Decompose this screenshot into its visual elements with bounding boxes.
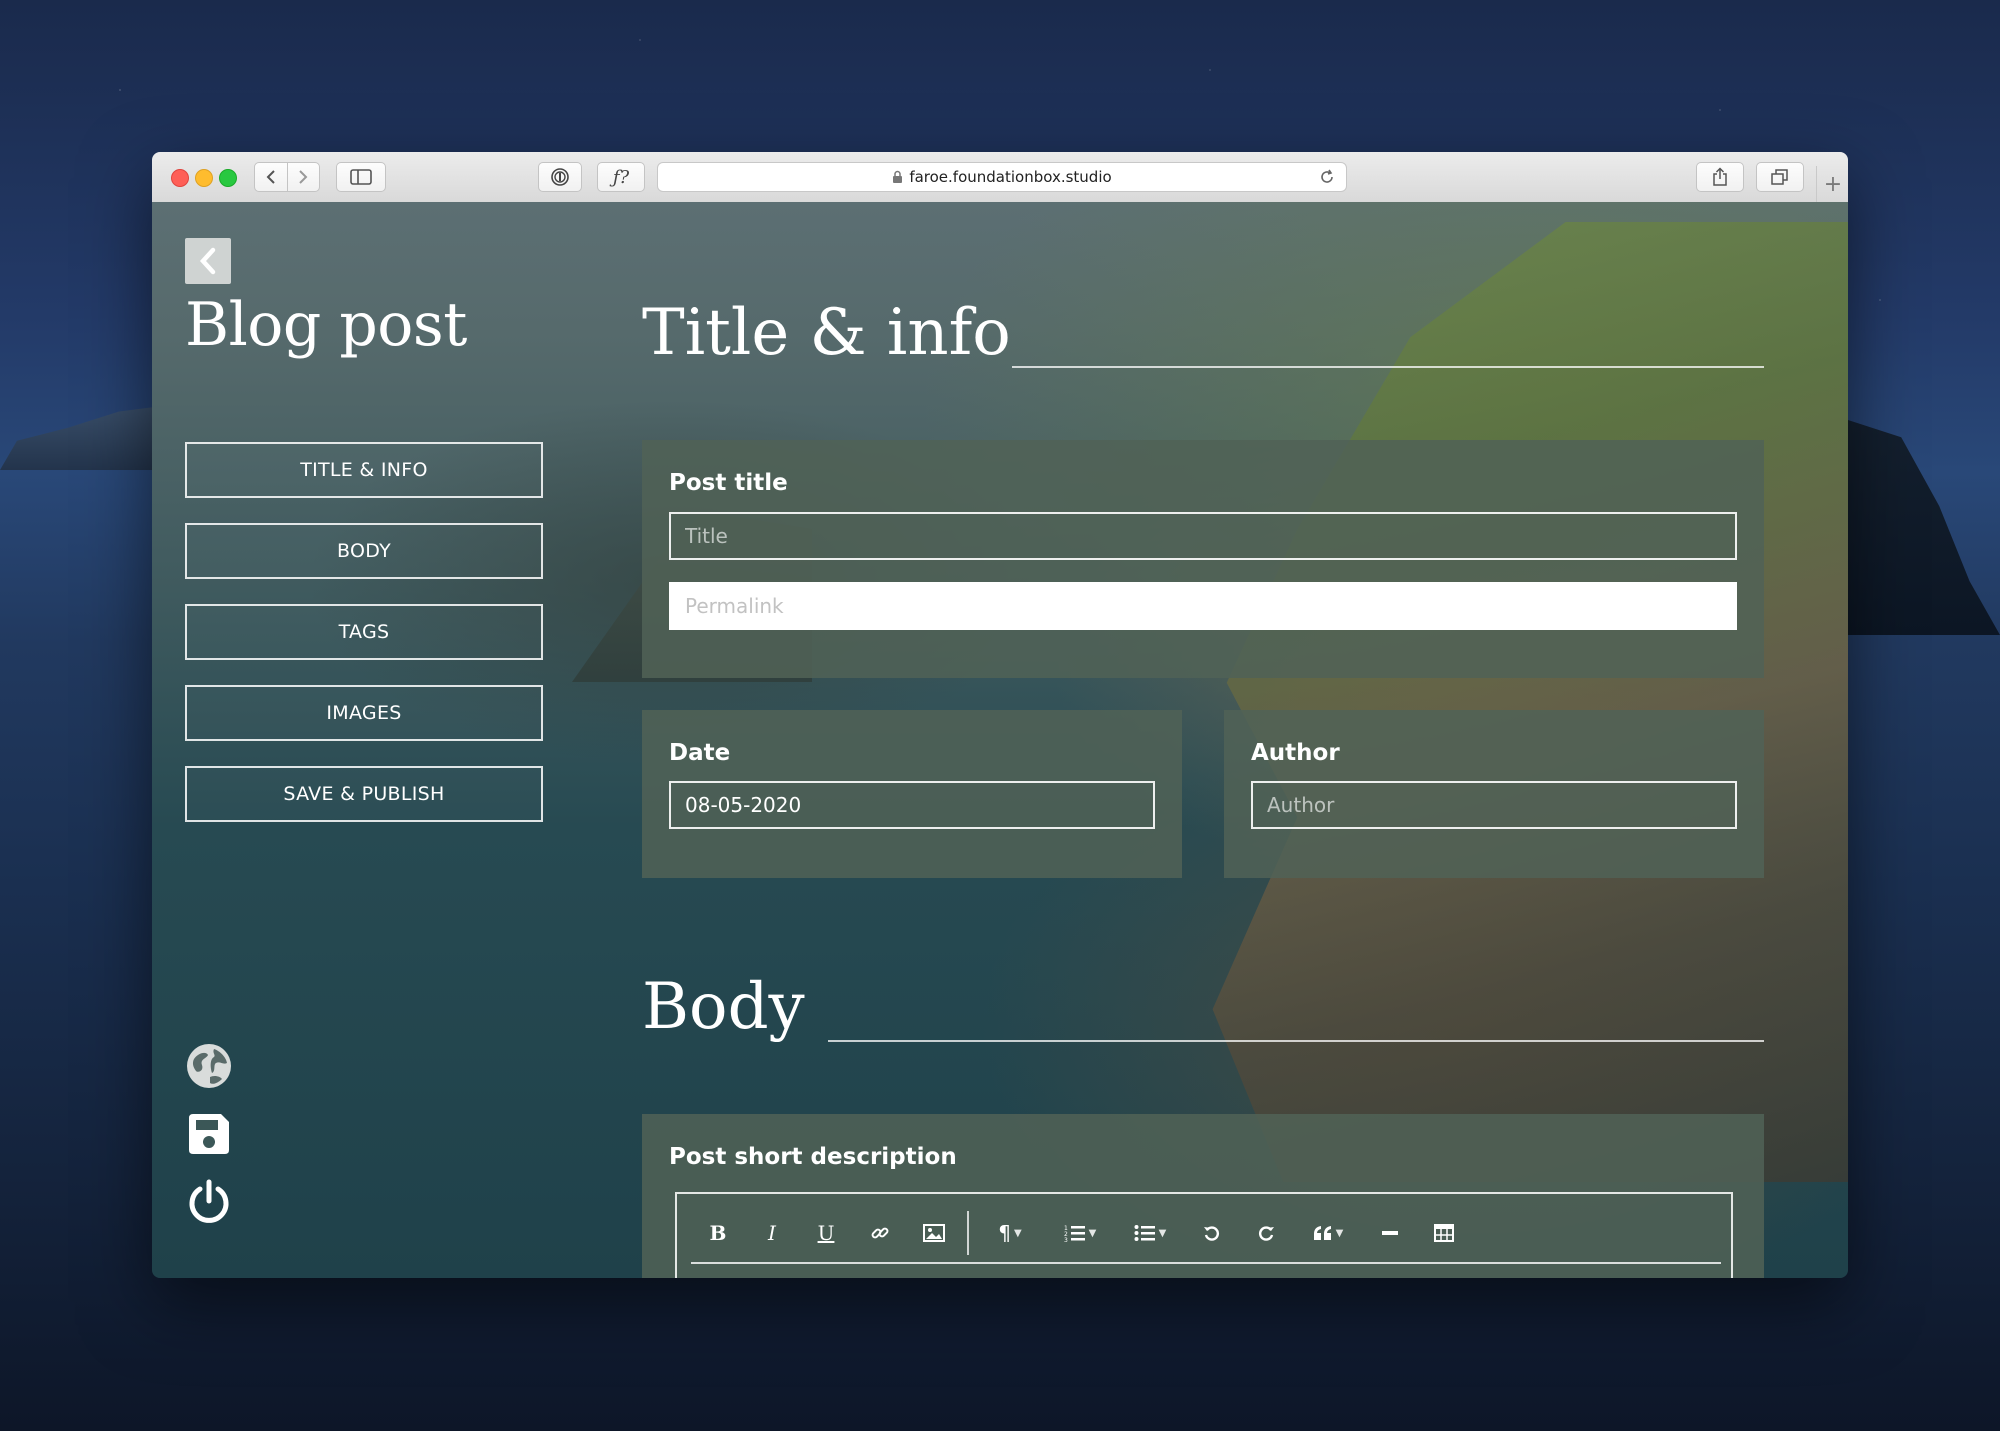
desktop-island-right: [1848, 420, 2000, 635]
close-window-button[interactable]: [171, 169, 189, 187]
unordered-list-icon: [1134, 1225, 1155, 1241]
sidebar-item-tags[interactable]: TAGS: [185, 604, 543, 660]
post-title-label: Post title: [669, 470, 788, 496]
redo-icon: [1259, 1226, 1274, 1241]
title-info-heading: Title & info: [642, 296, 1011, 370]
author-panel: Author: [1224, 710, 1764, 878]
date-input[interactable]: [669, 781, 1155, 829]
url-text: faroe.foundationbox.studio: [909, 168, 1112, 186]
short-description-label: Post short description: [669, 1144, 957, 1170]
minimize-window-button[interactable]: [195, 169, 213, 187]
password-manager-icon: [551, 168, 569, 186]
reload-icon[interactable]: [1318, 168, 1336, 186]
sidebar-nav: TITLE & INFO BODY TAGS IMAGES SAVE & PUB…: [185, 442, 543, 847]
chevron-left-icon: [199, 247, 216, 275]
underline-button[interactable]: U: [799, 1213, 853, 1253]
unordered-list-button[interactable]: ▼: [1115, 1213, 1185, 1253]
sidebar-actions: [185, 1042, 235, 1246]
history-navigation: [254, 162, 320, 192]
horizontal-rule-button[interactable]: [1363, 1213, 1417, 1253]
table-icon: [1434, 1224, 1454, 1242]
share-button[interactable]: [1696, 162, 1744, 192]
globe-icon: [187, 1044, 231, 1088]
save-button[interactable]: [185, 1110, 233, 1158]
redo-button[interactable]: [1239, 1213, 1293, 1253]
horizontal-rule-icon: [1382, 1231, 1398, 1235]
ordered-list-button[interactable]: 1 2 3 ▼: [1045, 1213, 1115, 1253]
link-icon: [871, 1227, 889, 1239]
logout-button[interactable]: [185, 1178, 233, 1226]
paragraph-glyph: ¶: [998, 1221, 1012, 1245]
new-tab-button[interactable]: +: [1816, 166, 1848, 202]
caret-down-icon: ▼: [1158, 1227, 1167, 1239]
tab-overview-icon: [1771, 169, 1788, 185]
toolbar-separator: [967, 1211, 969, 1255]
rich-text-editor: B I U ¶ ▼ 1 2 3 ▼ ▼ ▼: [675, 1192, 1733, 1278]
quote-button[interactable]: ▼: [1293, 1213, 1363, 1253]
paragraph-button[interactable]: ¶ ▼: [975, 1213, 1045, 1253]
sidebar-item-images[interactable]: IMAGES: [185, 685, 543, 741]
lock-icon: [893, 170, 903, 183]
share-icon: [1713, 167, 1727, 186]
link-button[interactable]: [853, 1213, 907, 1253]
author-label: Author: [1251, 740, 1340, 766]
ordered-list-icon: 123: [1064, 1225, 1085, 1242]
function-extension-button[interactable]: ƒ?: [597, 162, 645, 192]
italic-button[interactable]: I: [745, 1213, 799, 1253]
power-icon: [189, 1179, 229, 1223]
quote-icon: [1313, 1226, 1331, 1240]
editor-toolbar: B I U ¶ ▼ 1 2 3 ▼ ▼ ▼: [691, 1204, 1721, 1264]
sidebar-icon: [350, 169, 372, 185]
desktop-island-left: [0, 405, 170, 470]
sidebar-item-body[interactable]: BODY: [185, 523, 543, 579]
address-bar[interactable]: faroe.foundationbox.studio: [657, 162, 1347, 192]
short-description-panel: Post short description B I U ¶▼ 123▼: [642, 1114, 1764, 1278]
date-label: Date: [669, 740, 731, 766]
page-title: Blog post: [185, 290, 467, 360]
caret-down-icon: ▼: [1335, 1227, 1344, 1239]
chevron-left-icon: [266, 170, 275, 184]
svg-text:3: 3: [1064, 1237, 1068, 1242]
app-content: Blog post TITLE & INFO BODY TAGS IMAGES …: [152, 202, 1848, 1278]
undo-icon: [1204, 1226, 1219, 1241]
section-divider: [828, 1040, 1764, 1042]
undo-button[interactable]: [1185, 1213, 1239, 1253]
caret-down-icon: ▼: [1014, 1227, 1022, 1239]
tab-overview-button[interactable]: [1756, 162, 1804, 192]
password-manager-button[interactable]: [538, 162, 582, 192]
browser-window: ƒ? faroe.foundationbox.studio + Blog pos…: [152, 152, 1848, 1278]
sidebar-item-save-publish[interactable]: SAVE & PUBLISH: [185, 766, 543, 822]
date-panel: Date: [642, 710, 1182, 878]
image-button[interactable]: [907, 1213, 961, 1253]
section-divider: [1012, 366, 1764, 368]
image-icon: [923, 1224, 945, 1242]
zoom-window-button[interactable]: [219, 169, 237, 187]
chevron-right-icon: [299, 170, 308, 184]
body-heading: Body: [642, 970, 805, 1044]
author-input[interactable]: [1251, 781, 1737, 829]
forward-navigation-button[interactable]: [286, 163, 320, 191]
bold-button[interactable]: B: [691, 1213, 745, 1253]
title-input[interactable]: [669, 512, 1737, 560]
view-site-button[interactable]: [185, 1042, 233, 1090]
permalink-input[interactable]: [669, 582, 1737, 630]
post-title-panel: Post title: [642, 440, 1764, 678]
back-navigation-button[interactable]: [255, 163, 287, 191]
caret-down-icon: ▼: [1088, 1227, 1097, 1239]
floppy-disk-icon: [189, 1114, 229, 1154]
show-sidebar-button[interactable]: [336, 162, 386, 192]
sidebar-item-title-info[interactable]: TITLE & INFO: [185, 442, 543, 498]
browser-toolbar: ƒ? faroe.foundationbox.studio +: [152, 152, 1848, 203]
back-button[interactable]: [185, 238, 231, 284]
table-button[interactable]: [1417, 1213, 1471, 1253]
